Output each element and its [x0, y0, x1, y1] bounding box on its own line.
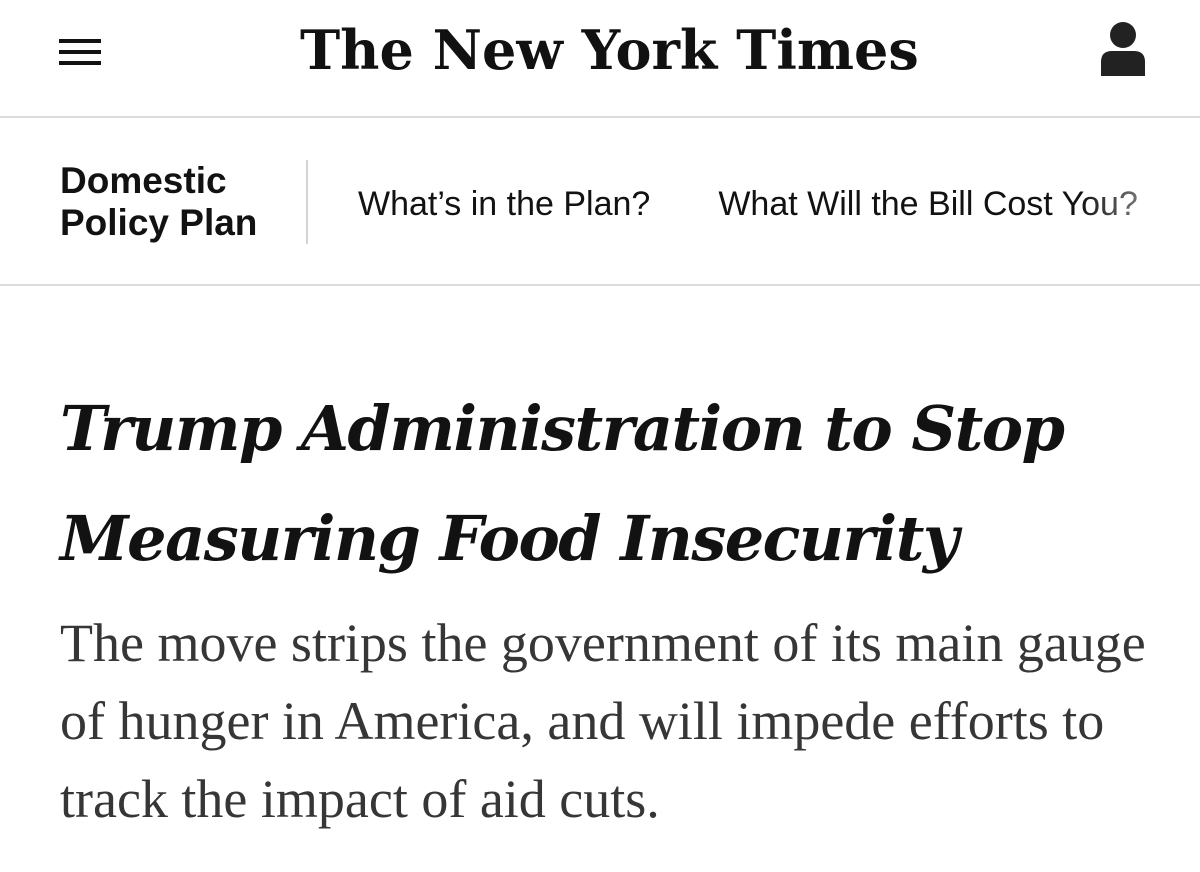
menu-bar-middle	[59, 50, 101, 54]
section-links: What’s in the Plan? What Will the Bill C…	[358, 180, 1200, 230]
section-title-line-1: Domestic	[60, 160, 227, 201]
section-title-line-2: Policy Plan	[60, 202, 258, 243]
section-divider	[306, 160, 308, 244]
masthead: The New York Times	[0, 0, 1200, 118]
person-account-icon[interactable]	[1098, 18, 1148, 78]
article-summary: The move strips the government of its ma…	[60, 613, 1146, 829]
section-navigation: Domestic Policy Plan What’s in the Plan?…	[0, 118, 1200, 286]
menu-bar-top	[59, 39, 101, 43]
nav-link-whats-in-the-plan[interactable]: What’s in the Plan?	[358, 180, 650, 228]
nav-link-what-will-the-bill-cost-you[interactable]: What Will the Bill Cost You?	[718, 180, 1138, 228]
menu-bar-bottom	[59, 61, 101, 65]
hamburger-menu-icon[interactable]	[59, 39, 103, 67]
nyt-logo[interactable]: The New York Times	[300, 10, 919, 90]
article-headline: Trump Administration to Stop Measuring F…	[60, 392, 1065, 575]
section-title-link[interactable]: Domestic Policy Plan	[60, 160, 290, 244]
